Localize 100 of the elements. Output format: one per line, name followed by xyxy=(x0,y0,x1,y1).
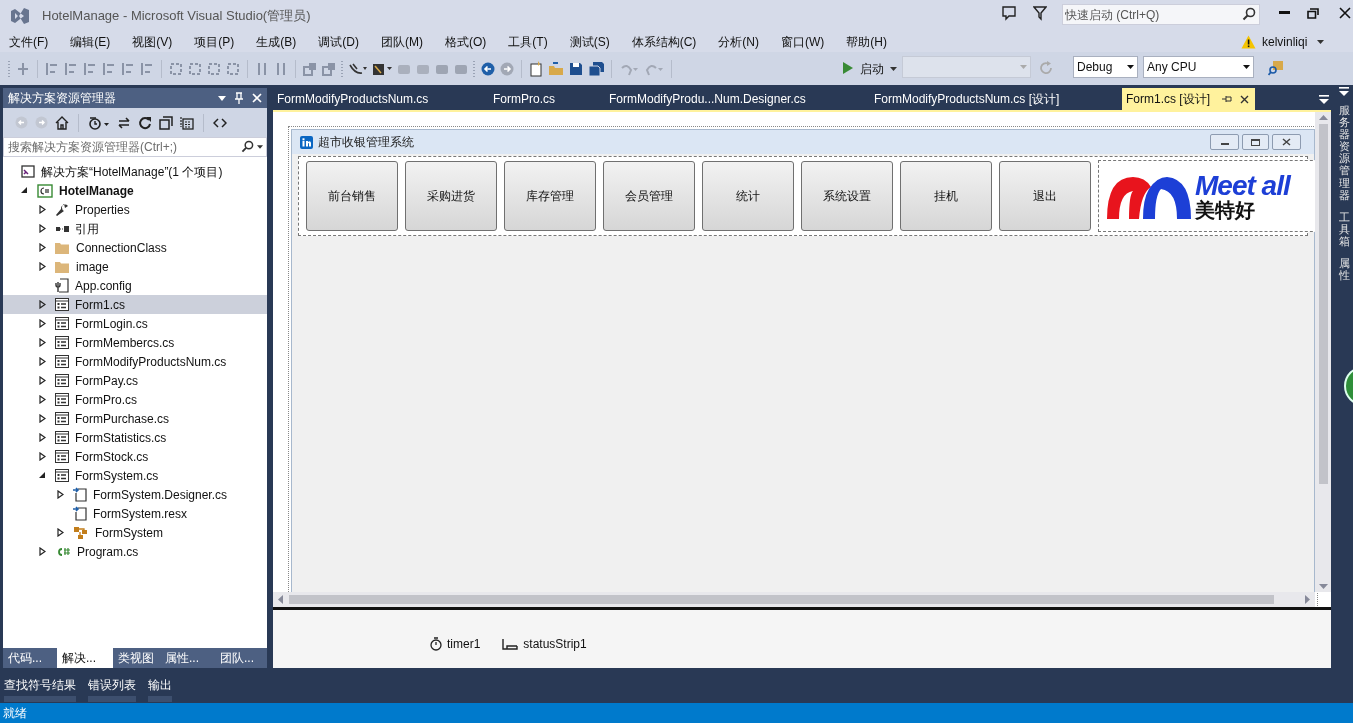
tree-item[interactable]: Form1.cs xyxy=(3,295,267,314)
scroll-thumb[interactable] xyxy=(1318,124,1328,484)
scroll-left-icon[interactable] xyxy=(278,595,283,604)
tree-item[interactable]: FormMembercs.cs xyxy=(3,333,267,352)
expand-arrow-icon[interactable] xyxy=(57,490,64,499)
warning-icon[interactable] xyxy=(1241,35,1256,49)
scroll-down-icon[interactable] xyxy=(1318,584,1328,589)
form-button[interactable]: 系统设置 xyxy=(801,161,893,231)
search-icon[interactable] xyxy=(1242,7,1256,21)
tree-item[interactable]: FormStatistics.cs xyxy=(3,428,267,447)
form-button[interactable]: 会员管理 xyxy=(603,161,695,231)
maximize-button[interactable] xyxy=(1242,134,1269,150)
expand-arrow-icon[interactable] xyxy=(39,300,46,309)
scroll-up-icon[interactable] xyxy=(1318,115,1328,120)
history-icon[interactable] xyxy=(88,115,110,130)
tree-item[interactable]: FormStock.cs xyxy=(3,447,267,466)
expand-arrow-icon[interactable] xyxy=(39,376,46,385)
tree-item[interactable]: Program.cs xyxy=(3,542,267,561)
save-all-icon[interactable] xyxy=(588,61,604,76)
form-button[interactable]: 采购进货 xyxy=(405,161,497,231)
minimize-icon[interactable] xyxy=(1279,11,1290,15)
expand-arrow-icon[interactable] xyxy=(39,243,46,252)
pin-icon[interactable] xyxy=(1222,95,1232,103)
new-project-icon[interactable] xyxy=(529,60,543,77)
caret-icon[interactable] xyxy=(1243,65,1250,69)
menu-item[interactable]: 格式(O) xyxy=(438,32,494,51)
tree-item[interactable]: FormSystem.Designer.cs xyxy=(3,485,267,504)
form-button[interactable]: 库存管理 xyxy=(504,161,596,231)
expand-arrow-icon[interactable] xyxy=(39,433,46,442)
component-label[interactable]: statusStrip1 xyxy=(523,635,587,653)
search-field[interactable]: 搜索解决方案资源管理器(Ctrl+;) xyxy=(3,137,267,157)
menu-item[interactable]: 生成(B) xyxy=(249,32,304,51)
restore-icon[interactable] xyxy=(1307,8,1319,19)
quick-launch-field[interactable]: 快速启动 (Ctrl+Q) xyxy=(1062,4,1260,25)
save-icon[interactable] xyxy=(569,61,583,76)
code-view-icon[interactable] xyxy=(213,117,227,128)
pointer-tool-icon[interactable] xyxy=(349,61,367,76)
tree-item[interactable]: FormPurchase.cs xyxy=(3,409,267,428)
menu-item[interactable]: 编辑(E) xyxy=(63,32,118,51)
menu-item[interactable]: 团队(M) xyxy=(374,32,430,51)
expand-arrow-icon[interactable] xyxy=(39,338,46,347)
feedback-icon[interactable] xyxy=(1001,5,1017,21)
menu-item[interactable]: 帮助(H) xyxy=(839,32,894,51)
scroll-right-icon[interactable] xyxy=(1305,595,1310,604)
refresh-icon[interactable] xyxy=(138,115,152,130)
tree-item[interactable]: 解决方案“HotelManage”(1 个项目) xyxy=(3,162,267,181)
menu-item[interactable]: 分析(N) xyxy=(711,32,766,51)
component-label[interactable]: timer1 xyxy=(447,635,481,653)
document-tab[interactable]: FormModifyProdu...Num.Designer.cs xyxy=(605,88,870,110)
side-panel-tab[interactable]: 属性 xyxy=(1338,257,1350,282)
document-tab[interactable]: Form1.cs [设计] xyxy=(1122,88,1255,110)
expand-arrow-icon[interactable] xyxy=(39,547,46,556)
start-button[interactable]: 启动 xyxy=(860,60,884,78)
scroll-thumb[interactable] xyxy=(289,595,1274,604)
caret-icon[interactable] xyxy=(1317,40,1325,44)
tree-item[interactable]: FormLogin.cs xyxy=(3,314,267,333)
expand-arrow-icon[interactable] xyxy=(39,357,46,366)
minimize-button[interactable] xyxy=(1210,134,1239,150)
tree-item[interactable]: FormPro.cs xyxy=(3,390,267,409)
side-panel-tab[interactable]: 工具箱 xyxy=(1338,210,1350,248)
close-button[interactable] xyxy=(1272,134,1301,150)
tree-item[interactable]: FormSystem.resx xyxy=(3,504,267,523)
search-icon[interactable] xyxy=(241,140,254,153)
form-button[interactable]: 前台销售 xyxy=(306,161,398,231)
expand-arrow-icon[interactable] xyxy=(39,414,46,423)
panel-tab[interactable]: 解决... xyxy=(57,648,113,668)
show-files-icon[interactable] xyxy=(180,115,194,130)
tree-item[interactable]: FormPay.cs xyxy=(3,371,267,390)
play-icon[interactable] xyxy=(843,62,853,74)
tree-item[interactable]: FormModifyProductsNum.cs xyxy=(3,352,267,371)
tree-item[interactable]: ConnectionClass xyxy=(3,238,267,257)
form-button[interactable]: 统计 xyxy=(702,161,794,231)
configuration-dropdown[interactable]: Debug xyxy=(1073,56,1138,78)
account-name[interactable]: kelvinliqi xyxy=(1262,33,1308,51)
tree-item[interactable]: FormSystem xyxy=(3,523,267,542)
menu-item[interactable]: 工具(T) xyxy=(501,32,555,51)
close-icon[interactable] xyxy=(1339,7,1351,19)
find-icon[interactable] xyxy=(1268,60,1284,76)
expand-arrow-icon[interactable] xyxy=(39,319,46,328)
collapse-arrow-icon[interactable] xyxy=(39,472,46,479)
panel-menu-icon[interactable] xyxy=(1339,87,1349,96)
menu-item[interactable]: 测试(S) xyxy=(562,32,617,51)
tree-item[interactable]: FormSystem.cs xyxy=(3,466,267,485)
document-tab[interactable]: FormModifyProductsNum.cs xyxy=(273,88,489,110)
form-button[interactable]: 挂机 xyxy=(900,161,992,231)
sync-icon[interactable] xyxy=(117,115,131,130)
home-icon[interactable] xyxy=(55,115,69,130)
expand-arrow-icon[interactable] xyxy=(39,224,46,233)
menu-item[interactable]: 窗口(W) xyxy=(774,32,832,51)
tab-list-icon[interactable] xyxy=(1319,95,1329,104)
expand-arrow-icon[interactable] xyxy=(39,262,46,271)
side-panel-tab[interactable]: 服务器资源管理器 xyxy=(1338,104,1350,201)
toolbar-grip-icon[interactable] xyxy=(8,59,11,78)
tree-item[interactable]: Properties xyxy=(3,200,267,219)
collapse-arrow-icon[interactable] xyxy=(21,187,28,194)
document-tab[interactable]: FormPro.cs xyxy=(489,88,605,110)
back-icon[interactable] xyxy=(481,61,495,76)
platform-dropdown[interactable]: Any CPU xyxy=(1143,56,1254,78)
filter-icon[interactable] xyxy=(1033,5,1047,21)
menu-item[interactable]: 文件(F) xyxy=(2,32,56,51)
